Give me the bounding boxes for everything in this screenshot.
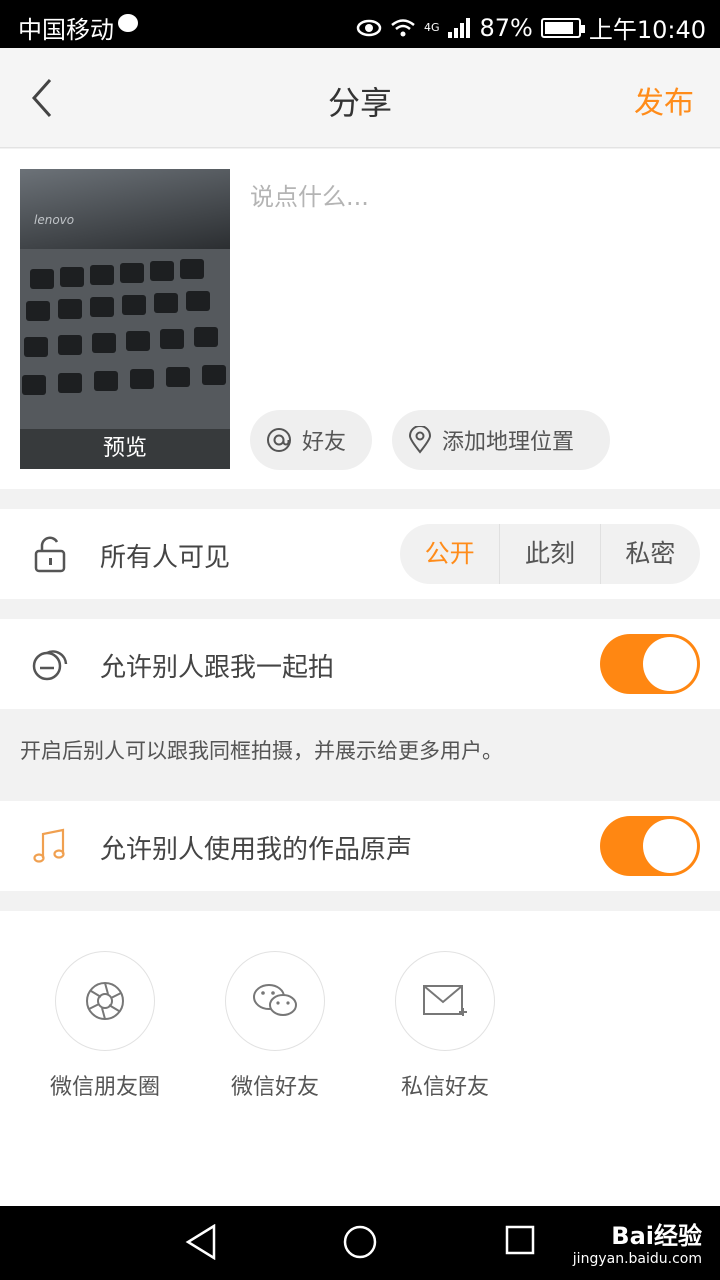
at-icon <box>267 428 291 452</box>
message-notification-icon <box>118 14 138 32</box>
original-sound-toggle[interactable] <box>600 816 700 876</box>
battery-percent: 87% <box>479 13 533 42</box>
mail-add-icon <box>423 985 467 1016</box>
status-icons: 4G 87% 上午10:40 <box>356 10 706 45</box>
wifi-icon <box>391 18 415 36</box>
video-thumbnail[interactable]: lenovo 预览 <box>20 169 230 469</box>
original-sound-label: 允许别人使用我的作品原声 <box>100 835 413 865</box>
clock: 上午10:40 <box>588 16 706 44</box>
coshoot-label: 允许别人跟我一起拍 <box>100 653 335 683</box>
carrier-name: 中国移动 <box>18 16 114 44</box>
coshoot-note: 开启后别人可以跟我同框拍摄，并展示给更多用户。 <box>0 709 720 801</box>
header-bar: 分享 发布 <box>0 48 720 148</box>
laptop-screen <box>20 169 230 249</box>
share-label: 微信好友 <box>230 1075 319 1100</box>
add-location-button[interactable]: 添加地理位置 <box>392 410 610 470</box>
camera-aperture-icon <box>86 982 124 1020</box>
visibility-selector: 公开 此刻 私密 <box>400 524 700 584</box>
nav-back-icon[interactable] <box>184 1224 218 1260</box>
duet-icon <box>32 650 68 681</box>
battery-icon <box>540 17 585 38</box>
visibility-label: 所有人可见 <box>100 543 231 573</box>
location-pin-icon <box>408 426 432 454</box>
share-wechat-friend-button[interactable]: 微信好友 <box>195 951 355 1101</box>
share-targets: 微信朋友圈 微信好友 私信好友 <box>0 911 720 1206</box>
system-navigation-bar: Bai经验 jingyan.baidu.com <box>0 1206 720 1280</box>
coshoot-row: 允许别人跟我一起拍 <box>0 619 720 709</box>
mention-label: 好友 <box>302 430 347 455</box>
visibility-row: 所有人可见 公开 此刻 私密 <box>0 509 720 599</box>
nav-home-icon[interactable] <box>342 1224 378 1260</box>
nav-recents-icon[interactable] <box>504 1224 536 1256</box>
watermark-brand: Bai经验 <box>611 1222 702 1250</box>
page-title: 分享 <box>327 84 392 122</box>
share-wechat-moments-button[interactable]: 微信朋友圈 <box>25 951 185 1101</box>
wechat-icon <box>253 984 297 1016</box>
publish-button[interactable]: 发布 <box>634 78 694 122</box>
status-bar: 中国移动 4G 87% 上午10:40 <box>0 0 720 48</box>
visibility-option-private[interactable]: 私密 <box>599 524 700 584</box>
preview-label[interactable]: 预览 <box>20 429 230 469</box>
mention-friends-button[interactable]: 好友 <box>250 410 372 470</box>
caption-input[interactable]: 说点什么... <box>250 177 690 377</box>
original-sound-row: 允许别人使用我的作品原声 <box>0 801 720 891</box>
signal-icon <box>448 17 471 38</box>
share-label: 私信好友 <box>400 1075 489 1100</box>
location-label: 添加地理位置 <box>442 430 575 455</box>
share-label: 微信朋友圈 <box>49 1075 160 1100</box>
coshoot-note-text: 开启后别人可以跟我同框拍摄，并展示给更多用户。 <box>20 739 503 763</box>
watermark-url: jingyan.baidu.com <box>572 1251 702 1267</box>
music-note-icon <box>33 828 65 863</box>
baidu-watermark: Bai经验 jingyan.baidu.com <box>573 1216 702 1267</box>
eye-icon <box>356 19 382 36</box>
coshoot-toggle[interactable] <box>600 634 700 694</box>
unlock-icon <box>34 536 66 573</box>
visibility-option-moment[interactable]: 此刻 <box>499 524 599 584</box>
compose-section: lenovo 预览 说点什么... 好友 添加地理位置 <box>0 149 720 489</box>
laptop-brand-text: lenovo <box>34 213 75 227</box>
visibility-option-public[interactable]: 公开 <box>400 524 499 584</box>
network-type: 4G <box>423 21 440 34</box>
share-direct-message-button[interactable]: 私信好友 <box>365 951 525 1101</box>
